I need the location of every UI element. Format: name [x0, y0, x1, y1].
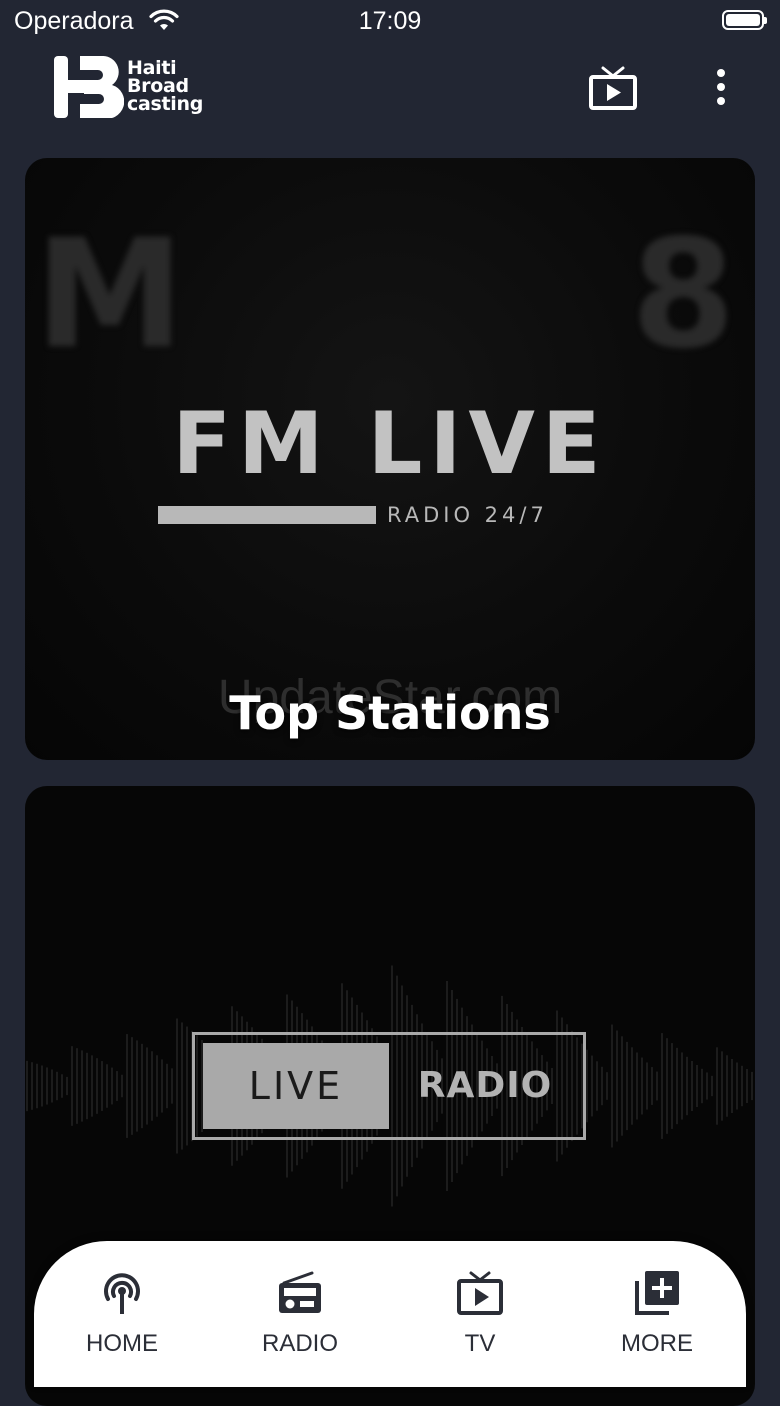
logo-wordmark: Haiti Broad casting	[127, 57, 204, 115]
bottom-tab-bar: HOME RADIO TV MORE	[34, 1241, 746, 1387]
battery-icon	[722, 10, 767, 30]
radio-icon	[279, 1271, 321, 1313]
app-bar: Haiti Broad casting	[0, 50, 780, 130]
badge-live-text: LIVE	[248, 1064, 344, 1108]
tab-radio-label: RADIO	[261, 1330, 338, 1357]
artwork-bar	[158, 506, 376, 524]
artwork-title: FM LIVE	[172, 394, 608, 494]
artwork-subtitle: RADIO 24/7	[387, 503, 548, 527]
tab-radio[interactable]: RADIO	[230, 1241, 370, 1387]
tab-home-label: HOME	[86, 1330, 158, 1357]
tab-tv-label: TV	[464, 1330, 496, 1357]
status-bar: Operadora 17:09	[0, 0, 780, 44]
status-time: 17:09	[358, 7, 422, 35]
artwork-decor-right: 8	[631, 208, 736, 382]
card-title: Top Stations	[229, 686, 551, 740]
haiti-broadcasting-logo: Haiti Broad casting	[54, 56, 224, 118]
tv-cast-icon[interactable]	[588, 66, 638, 112]
more-options-icon[interactable]	[706, 68, 736, 108]
tab-more-label: MORE	[621, 1330, 693, 1357]
live-radio-badge: LIVE RADIO	[192, 1032, 586, 1140]
badge-radio-text: RADIO	[417, 1065, 553, 1106]
tab-more[interactable]: MORE	[587, 1241, 727, 1387]
hb-logo-mark	[54, 56, 124, 118]
artwork-decor-left: M	[35, 208, 185, 382]
broadcast-icon	[104, 1273, 140, 1314]
tv-icon	[457, 1271, 503, 1315]
tab-home[interactable]: HOME	[52, 1241, 192, 1387]
top-stations-card[interactable]: M 8 FM LIVE RADIO 24/7 UpdateStar.com To…	[25, 158, 755, 760]
tab-tv[interactable]: TV	[410, 1241, 550, 1387]
add-library-icon	[635, 1271, 679, 1315]
